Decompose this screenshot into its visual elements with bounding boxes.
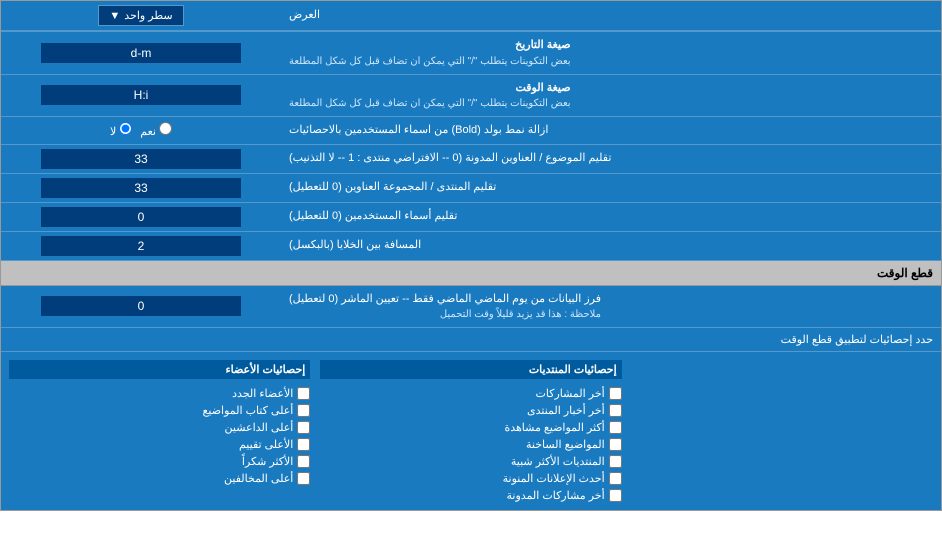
checkbox-latest-announce: أحدث الإعلانات المنونة	[320, 472, 621, 485]
members-stats-header: إحصائيات الأعضاء	[9, 360, 310, 379]
cells-gap-input[interactable]	[41, 236, 241, 256]
date-format-label: صيغة التاريخ بعض التكوينات يتطلب "/" الت…	[281, 32, 941, 74]
checkbox-top-writers-input[interactable]	[297, 404, 310, 417]
display-input-area: سطر واحد ▼	[1, 1, 281, 30]
checkbox-new-members: الأعضاء الجدد	[9, 387, 310, 400]
checkbox-hot-topics-input[interactable]	[609, 438, 622, 451]
display-label: العرض	[281, 1, 941, 30]
display-dropdown[interactable]: سطر واحد ▼	[98, 5, 183, 26]
checkbox-similar-forums-input[interactable]	[609, 455, 622, 468]
time-cut-input-area	[1, 286, 281, 328]
usernames-limit-input-area	[1, 203, 281, 231]
members-stats-col: إحصائيات الأعضاء الأعضاء الجدد أعلى كتاب…	[9, 360, 310, 502]
topics-limit-label: تقليم الموضوع / العناوين المدونة (0 -- ا…	[281, 145, 941, 173]
limit-label-row: حدد إحصائيات لتطبيق قطع الوقت	[1, 328, 941, 352]
checkbox-top-inviters-input[interactable]	[297, 421, 310, 434]
checkbox-top-inviters: أعلى الداعشين	[9, 421, 310, 434]
bold-yes-radio[interactable]	[159, 122, 172, 135]
topics-limit-input-area	[1, 145, 281, 173]
checkbox-most-viewed: أكثر المواضيع مشاهدة	[320, 421, 621, 434]
bold-no-label: لا	[110, 122, 132, 138]
forum-limit-input-area	[1, 174, 281, 202]
time-section-header: قطع الوقت	[1, 261, 941, 286]
checkbox-top-violations: أعلى المخالفين	[9, 472, 310, 485]
checkbox-last-posts: أخر المشاركات	[320, 387, 621, 400]
checkbox-last-news: أخر أخبار المنتدى	[320, 404, 621, 417]
bold-remove-radio-area: نعم لا	[1, 117, 281, 144]
checkbox-top-writers: أعلى كتاب المواضيع	[9, 404, 310, 417]
checkbox-top-rated-input[interactable]	[297, 438, 310, 451]
checkbox-similar-forums: المنتديات الأكثر شبية	[320, 455, 621, 468]
date-format-input[interactable]: d-m	[41, 43, 241, 63]
checkbox-top-rated: الأعلى تقييم	[9, 438, 310, 451]
checkbox-hot-topics: المواضيع الساخنة	[320, 438, 621, 451]
cells-gap-input-area	[1, 232, 281, 260]
time-cut-label: فرز البيانات من يوم الماضي الماضي فقط --…	[281, 286, 941, 328]
cells-gap-label: المسافة بين الخلايا (بالبكسل)	[281, 232, 941, 260]
checkboxes-section: إحصائيات المنتديات أخر المشاركات أخر أخب…	[1, 352, 941, 510]
forum-stats-header: إحصائيات المنتديات	[320, 360, 621, 379]
time-format-input[interactable]: H:i	[41, 85, 241, 105]
checkbox-latest-announce-input[interactable]	[609, 472, 622, 485]
checkbox-most-thanks-input[interactable]	[297, 455, 310, 468]
date-format-input-area: d-m	[1, 32, 281, 74]
topics-limit-input[interactable]	[41, 149, 241, 169]
checkbox-most-viewed-input[interactable]	[609, 421, 622, 434]
empty-col	[632, 360, 933, 502]
usernames-limit-input[interactable]	[41, 207, 241, 227]
checkbox-last-posts-input[interactable]	[609, 387, 622, 400]
forum-limit-label: تقليم المنتدى / المجموعة العناوين (0 للت…	[281, 174, 941, 202]
time-cut-input[interactable]	[41, 296, 241, 316]
checkbox-top-violations-input[interactable]	[297, 472, 310, 485]
checkbox-last-blog: أخر مشاركات المدونة	[320, 489, 621, 502]
time-format-input-area: H:i	[1, 75, 281, 117]
forum-stats-col: إحصائيات المنتديات أخر المشاركات أخر أخب…	[320, 360, 621, 502]
forum-limit-input[interactable]	[41, 178, 241, 198]
bold-remove-label: ازالة نمط بولد (Bold) من اسماء المستخدمي…	[281, 117, 941, 144]
time-format-label: صيغة الوقت بعض التكوينات يتطلب "/" التي …	[281, 75, 941, 117]
checkbox-new-members-input[interactable]	[297, 387, 310, 400]
checkbox-last-news-input[interactable]	[609, 404, 622, 417]
bold-yes-label: نعم	[140, 122, 172, 138]
checkbox-most-thanks: الأكثر شكراً	[9, 455, 310, 468]
checkbox-last-blog-input[interactable]	[609, 489, 622, 502]
usernames-limit-label: تقليم أسماء المستخدمين (0 للتعطيل)	[281, 203, 941, 231]
bold-no-radio[interactable]	[119, 122, 132, 135]
